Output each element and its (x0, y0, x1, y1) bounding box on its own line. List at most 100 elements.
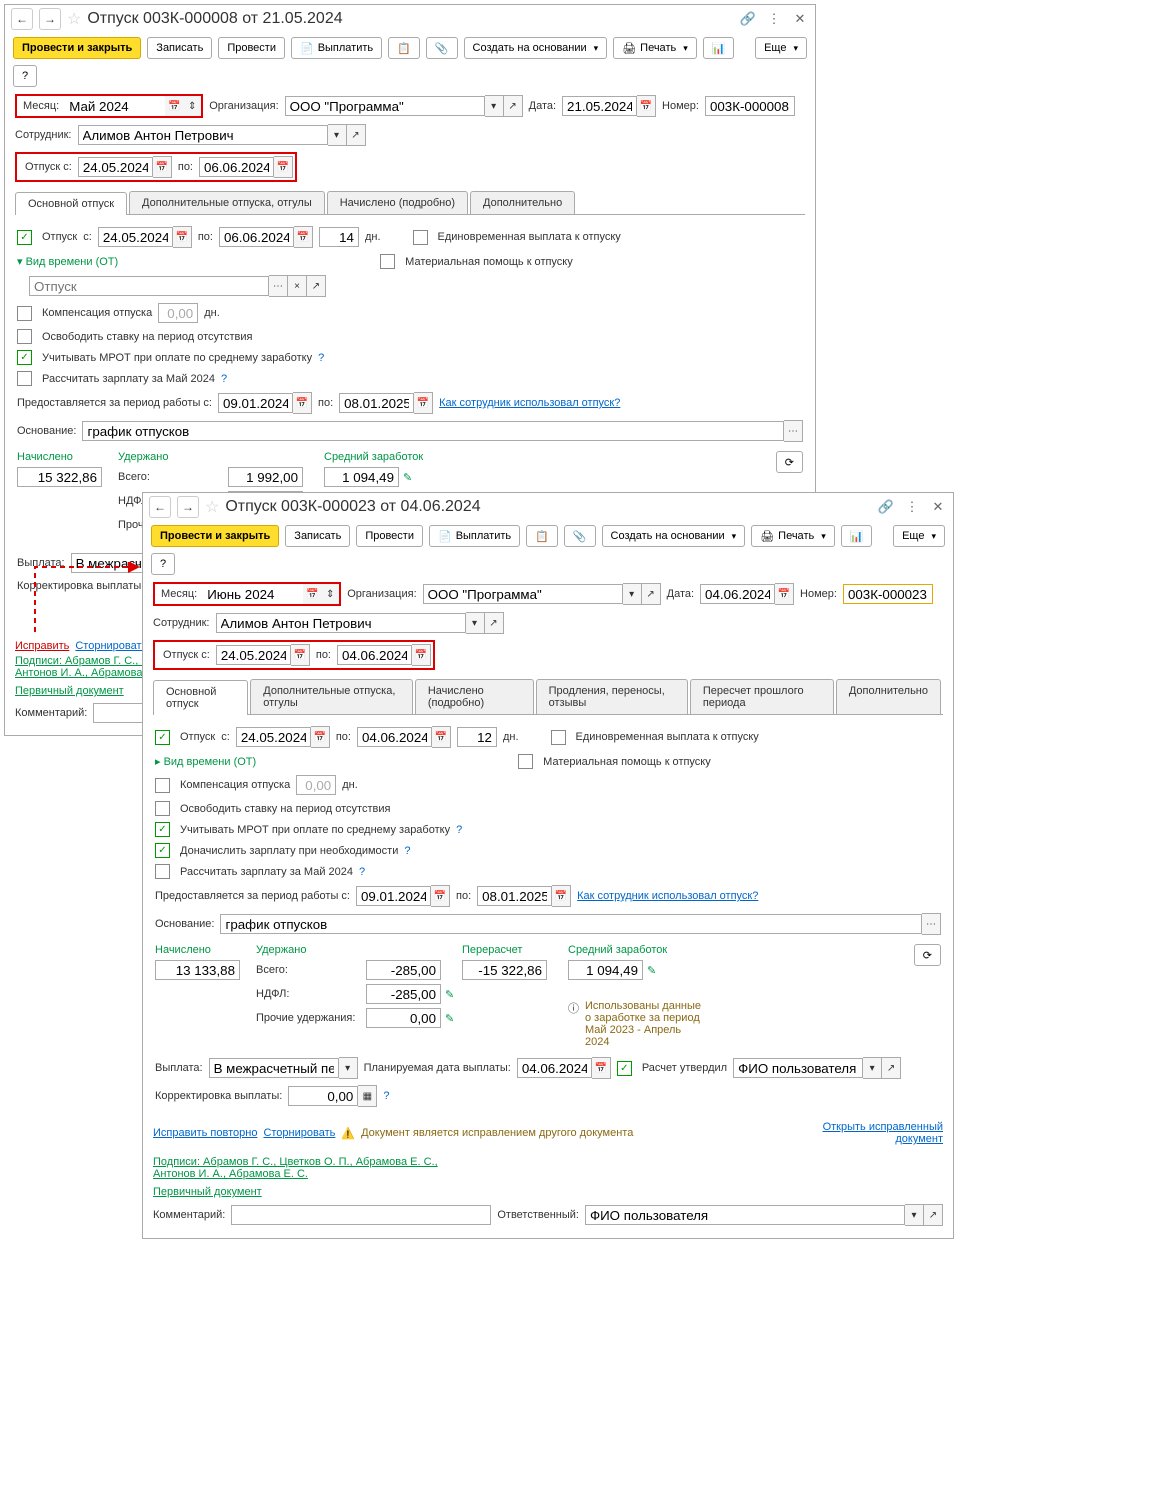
calc-icon[interactable]: ▦ (358, 1085, 377, 1107)
vac-to-input[interactable] (337, 645, 412, 665)
tab-recalc[interactable]: Пересчет прошлого периода (690, 679, 834, 714)
help-icon[interactable]: ? (359, 866, 365, 878)
print-button[interactable]: 🖨Печать (751, 525, 835, 547)
dropdown-icon[interactable]: ▾ (485, 95, 504, 117)
close-icon[interactable]: ✕ (929, 498, 947, 516)
calendar-icon[interactable]: 📅 (637, 95, 656, 117)
dropdown-icon[interactable]: ▾ (863, 1057, 882, 1079)
post-button[interactable]: Провести (356, 525, 423, 547)
type-input[interactable] (29, 276, 269, 296)
open-icon[interactable]: ↗ (307, 275, 326, 297)
lump-checkbox[interactable] (413, 230, 428, 245)
menu-icon[interactable]: ⋮ (903, 498, 921, 516)
calendar-icon[interactable]: 📅 (274, 156, 293, 178)
open-icon[interactable]: ↗ (504, 95, 523, 117)
primary-link[interactable]: Первичный документ (153, 1186, 262, 1198)
calc-checkbox[interactable] (17, 371, 32, 386)
period-to[interactable] (339, 393, 414, 413)
days-input[interactable] (457, 727, 497, 747)
time-type-link[interactable]: ▾ Вид времени (ОТ) (17, 255, 118, 268)
open-icon[interactable]: ↗ (485, 612, 504, 634)
dropdown-icon[interactable]: ▾ (623, 583, 642, 605)
mrot-checkbox[interactable] (155, 822, 170, 837)
basis-input[interactable] (220, 914, 922, 934)
tab-detail[interactable]: Начислено (подробно) (327, 191, 468, 214)
vac-checkbox[interactable] (155, 730, 170, 745)
nav-fwd[interactable]: → (39, 8, 61, 30)
comp-checkbox[interactable] (155, 778, 170, 793)
help-icon[interactable]: ? (221, 373, 227, 385)
refresh-button[interactable]: ⟳ (776, 451, 803, 473)
recalc-input[interactable] (462, 960, 547, 980)
pencil-icon[interactable]: ✎ (445, 1012, 454, 1025)
calendar-icon[interactable]: 📅 (775, 583, 794, 605)
calendar-icon[interactable]: 📅 (153, 156, 172, 178)
dropdown-icon[interactable]: ▾ (466, 612, 485, 634)
tab-detail[interactable]: Начислено (подробно) (415, 679, 534, 714)
accrued-input[interactable] (155, 960, 240, 980)
mrot-checkbox[interactable] (17, 350, 32, 365)
storno-link[interactable]: Сторнировать (263, 1127, 335, 1139)
report-button[interactable]: 📊 (703, 37, 735, 59)
calendar-icon[interactable]: 📅 (293, 392, 312, 414)
post-close-button[interactable]: Провести и закрыть (13, 37, 141, 59)
mat-checkbox[interactable] (518, 754, 533, 769)
pay-button[interactable]: 📄Выплатить (429, 525, 520, 547)
how-used-link[interactable]: Как сотрудник использовал отпуск? (439, 397, 620, 409)
comp-input[interactable] (158, 303, 198, 323)
month-input[interactable] (203, 584, 303, 604)
calendar-icon[interactable]: 📅 (291, 644, 310, 666)
comp-checkbox[interactable] (17, 306, 32, 321)
spinner-icon[interactable]: ⇕ (183, 96, 201, 116)
donach-checkbox[interactable] (155, 843, 170, 858)
employee-input[interactable] (216, 613, 466, 633)
payout-input[interactable] (209, 1058, 339, 1078)
number-input[interactable] (705, 96, 795, 116)
clear-icon[interactable]: × (288, 275, 307, 297)
create-base-button[interactable]: Создать на основании (602, 525, 746, 547)
link-icon[interactable]: 🔗 (739, 10, 757, 28)
pay-button[interactable]: 📄Выплатить (291, 37, 382, 59)
more-button[interactable]: Еще (755, 37, 807, 59)
tab-main[interactable]: Основной отпуск (15, 192, 127, 215)
period-from[interactable] (218, 393, 293, 413)
corr-input[interactable] (288, 1086, 358, 1106)
accrued-input[interactable] (17, 467, 102, 487)
number-input[interactable] (843, 584, 933, 604)
tab-main[interactable]: Основной отпуск (153, 680, 248, 715)
time-type-link[interactable]: ▸ Вид времени (ОТ) (155, 755, 256, 768)
org-input[interactable] (285, 96, 485, 116)
close-icon[interactable]: ✕ (791, 10, 809, 28)
calendar-icon[interactable]: 📅 (165, 96, 183, 116)
help-button[interactable]: ? (151, 553, 175, 575)
calendar-icon[interactable]: 📅 (294, 226, 313, 248)
planned-input[interactable] (517, 1058, 592, 1078)
calendar-icon[interactable]: 📅 (303, 584, 321, 604)
post-close-button[interactable]: Провести и закрыть (151, 525, 279, 547)
attach-button[interactable]: 📎 (564, 525, 596, 547)
calendar-icon[interactable]: 📅 (432, 726, 451, 748)
pencil-icon[interactable]: ✎ (403, 471, 412, 484)
avg-input[interactable] (568, 960, 643, 980)
more-icon[interactable]: ⋯ (922, 913, 941, 935)
open-icon[interactable]: ↗ (642, 583, 661, 605)
doc-button[interactable]: 📋 (526, 525, 558, 547)
comp-input[interactable] (296, 775, 336, 795)
org-input[interactable] (423, 584, 623, 604)
link-icon[interactable]: 🔗 (877, 498, 895, 516)
report-button[interactable]: 📊 (841, 525, 873, 547)
month-input[interactable] (65, 96, 165, 116)
employee-input[interactable] (78, 125, 328, 145)
storno-link[interactable]: Сторнировать (75, 640, 147, 652)
menu-icon[interactable]: ⋮ (765, 10, 783, 28)
date-input[interactable] (700, 584, 775, 604)
calendar-icon[interactable]: 📅 (552, 885, 571, 907)
open-icon[interactable]: ↗ (882, 1057, 901, 1079)
vac-from-input[interactable] (78, 157, 153, 177)
other-input[interactable] (366, 1008, 441, 1028)
open-fixed-link[interactable]: Открыть исправленный документ (803, 1121, 943, 1145)
refresh-button[interactable]: ⟳ (914, 944, 941, 966)
period-from[interactable] (356, 886, 431, 906)
days-input[interactable] (319, 227, 359, 247)
free-checkbox[interactable] (155, 801, 170, 816)
